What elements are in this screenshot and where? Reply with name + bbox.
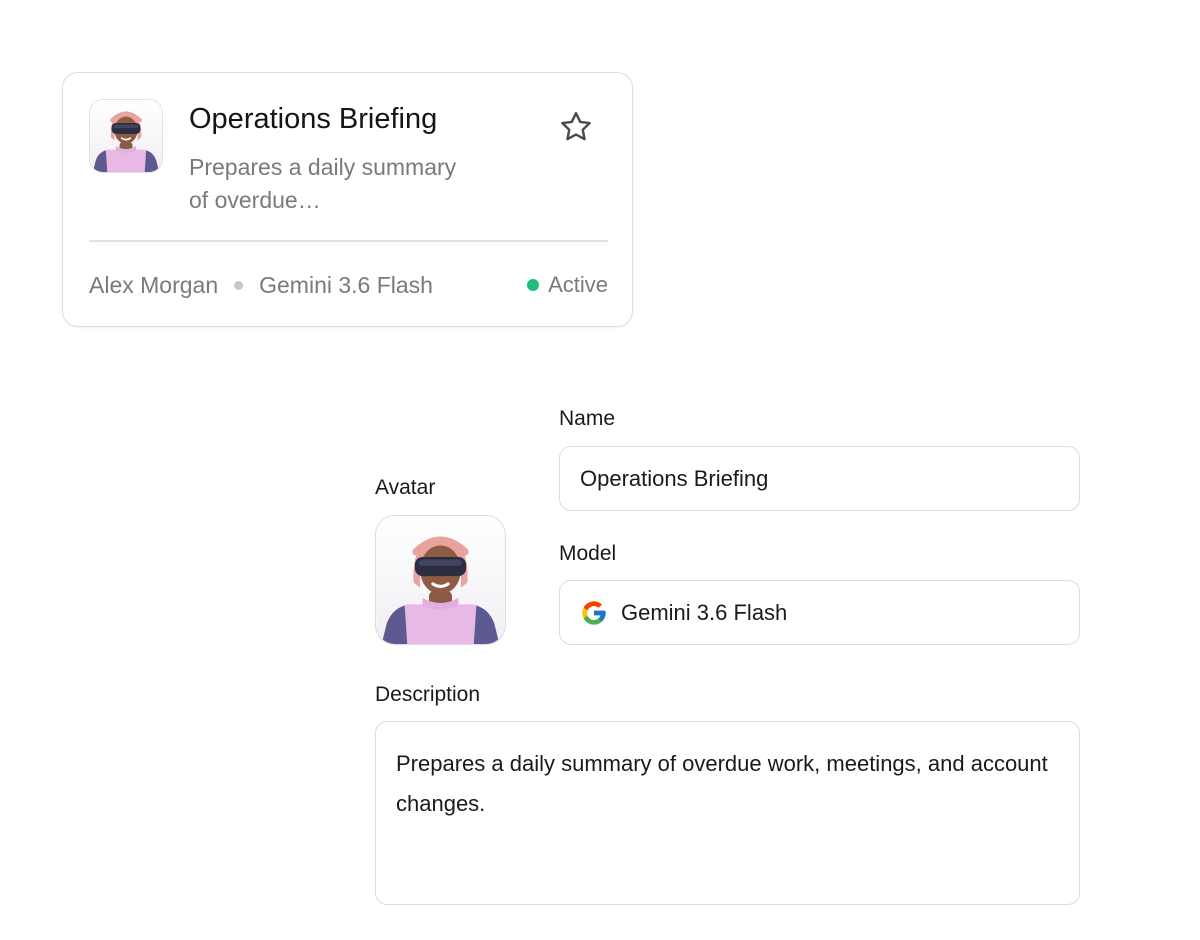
name-input[interactable] [559,446,1080,511]
agent-editor-page: Operations Briefing Prepares a daily sum… [0,0,1200,940]
agent-avatar [89,99,163,173]
google-g-icon [582,600,606,625]
model-select[interactable]: Gemini 3.6 Flash [559,580,1080,645]
description-textarea[interactable]: Prepares a daily summary of overdue work… [375,721,1080,905]
status-label: Active [548,272,608,297]
card-footer: Alex Morgan Gemini 3.6 Flash Active [89,269,608,301]
favorite-button[interactable] [558,109,594,145]
agent-model: Gemini 3.6 Flash [259,271,433,298]
star-outline-icon [561,112,591,141]
avatar-label: Avatar [375,476,436,499]
card-divider [89,240,608,242]
agent-owner: Alex Morgan [89,271,219,298]
model-label: Model [559,542,617,565]
avatar-picker[interactable] [375,515,506,645]
agent-title: Operations Briefing [189,103,438,135]
vr-avatar-image [376,516,505,644]
name-label: Name [559,407,616,430]
model-select-value: Gemini 3.6 Flash [621,599,788,625]
vr-avatar-image [90,100,162,172]
status-dot-icon [527,279,540,291]
agent-card[interactable]: Operations Briefing Prepares a daily sum… [62,72,633,327]
status-badge: Active [527,272,608,298]
agent-description: Prepares a daily summary of overdue… [189,154,457,213]
separator-dot [234,280,244,290]
description-label: Description [375,683,481,706]
